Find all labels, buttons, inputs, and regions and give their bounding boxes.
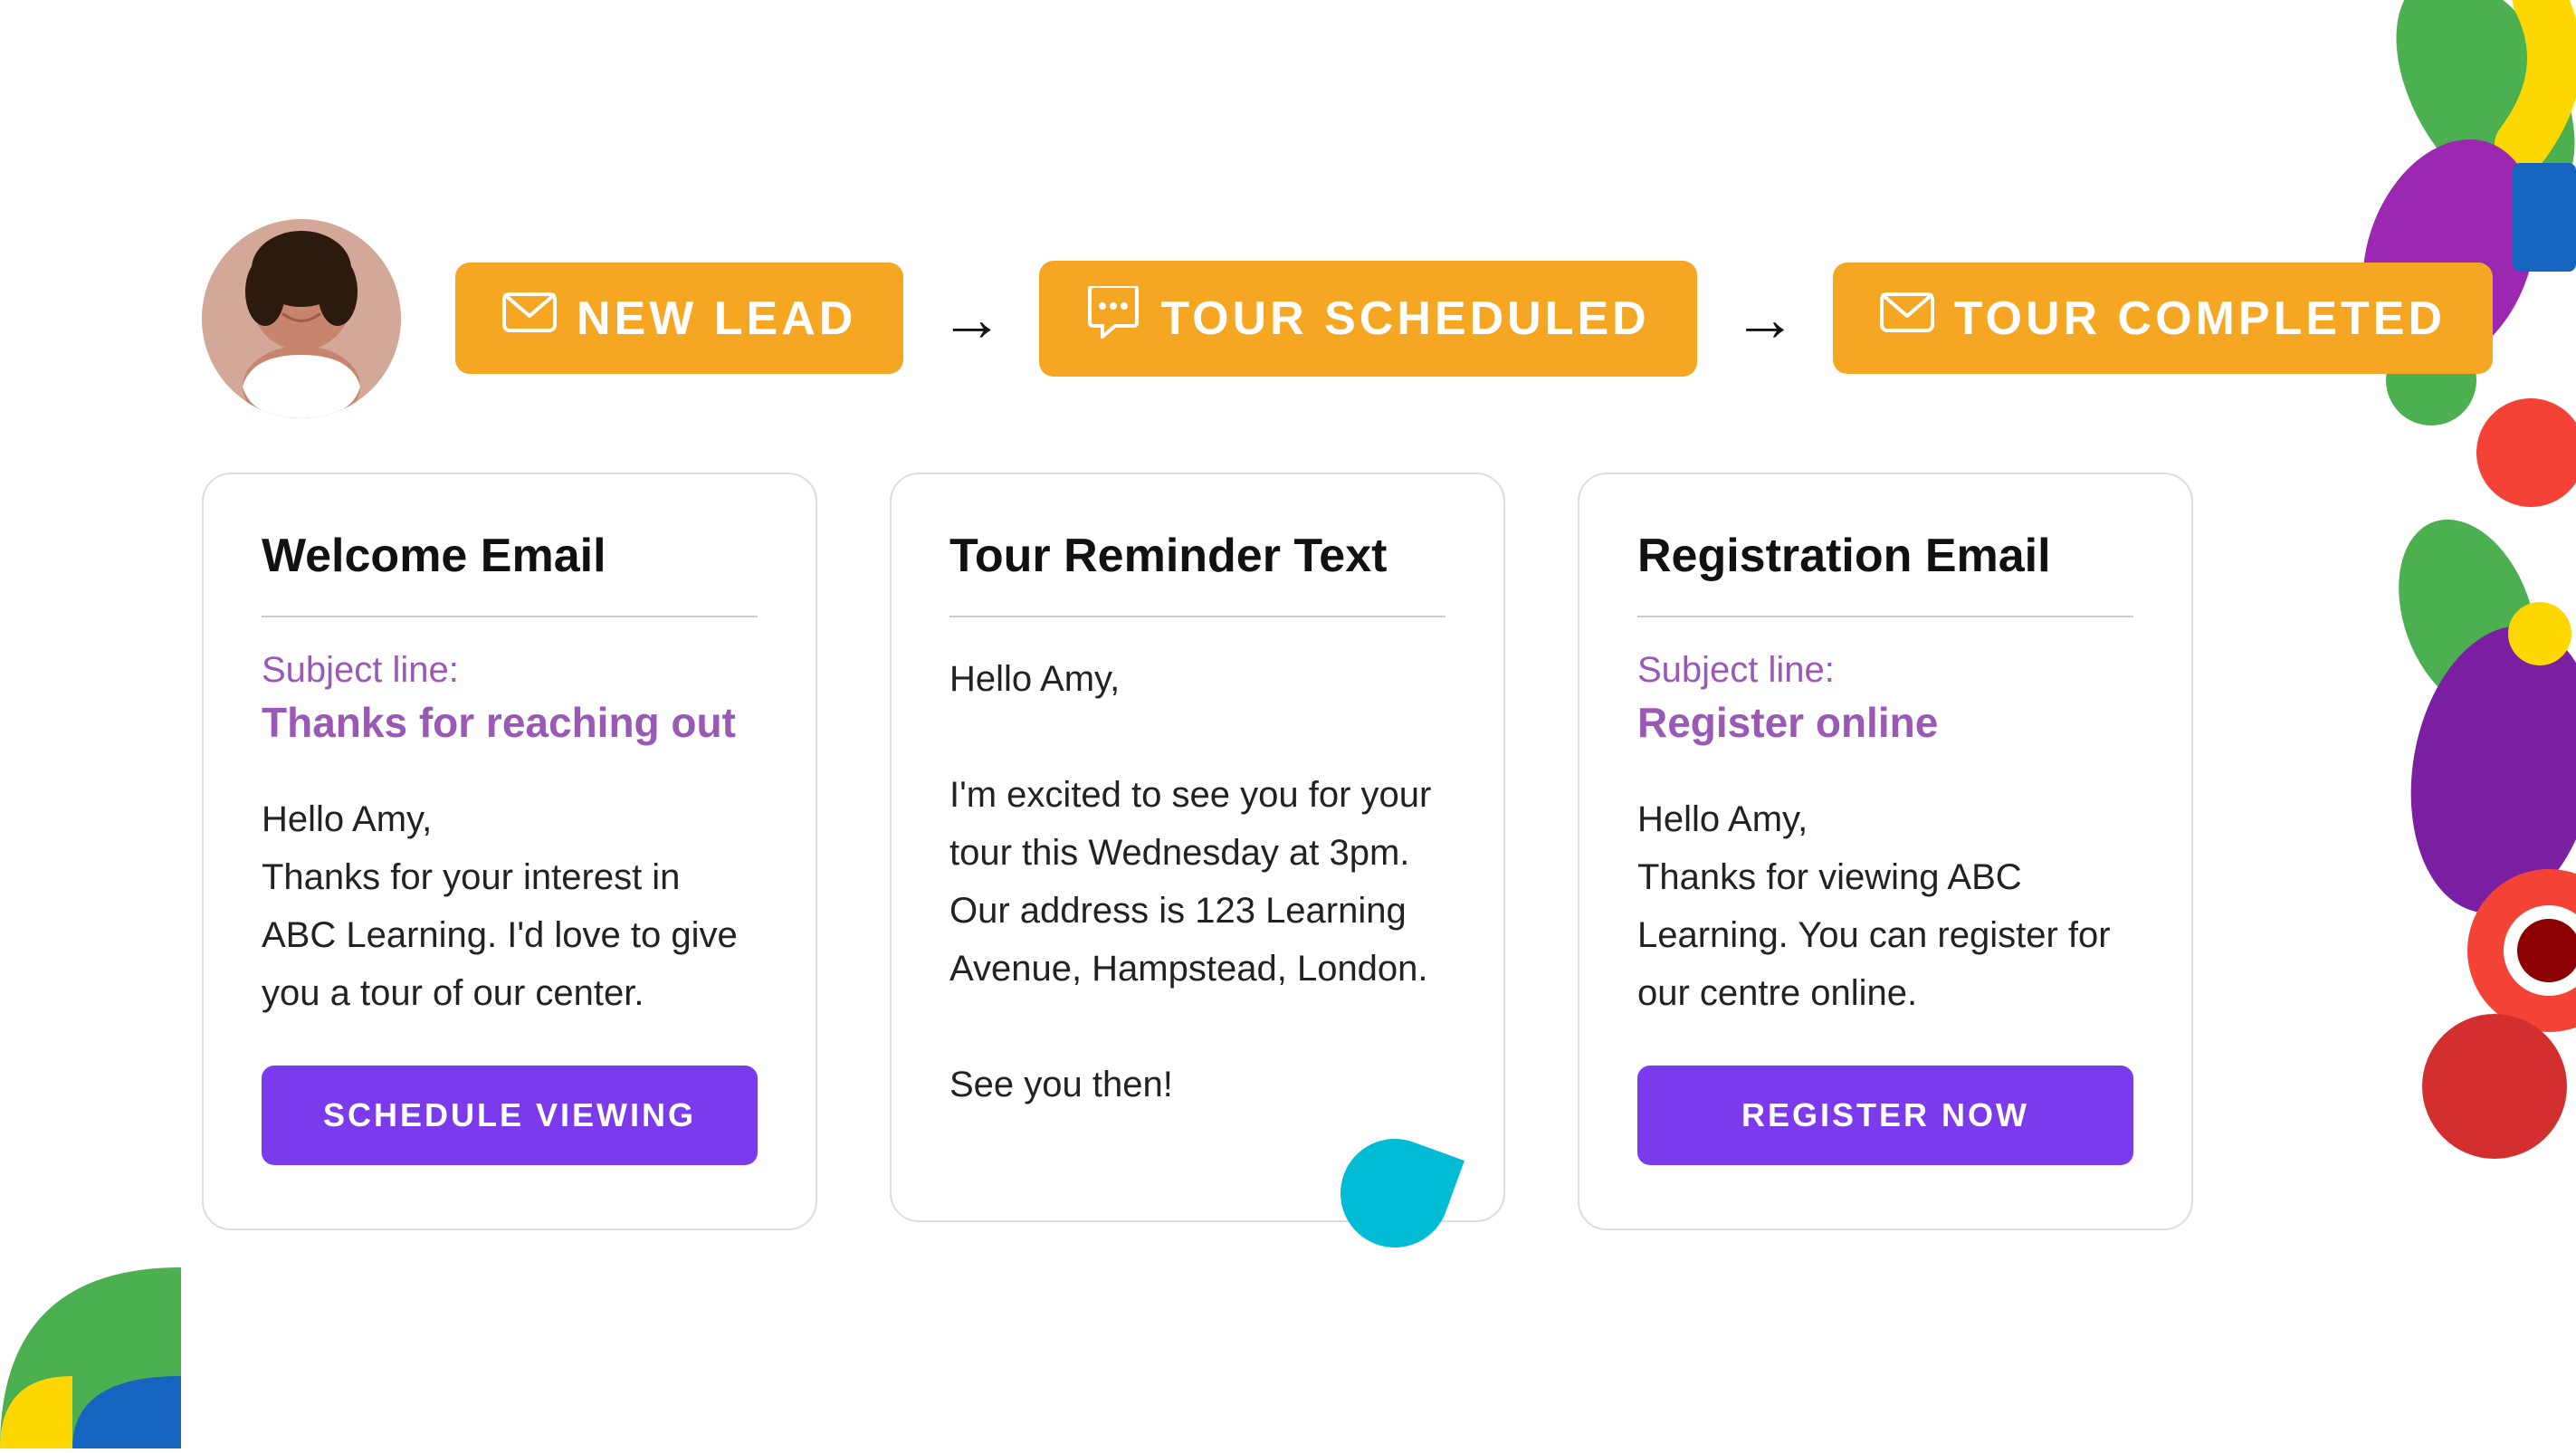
subject-label-1: Subject line: <box>262 650 758 691</box>
card-welcome-title: Welcome Email <box>262 529 758 583</box>
tour-scheduled-icon <box>1086 286 1140 351</box>
tour-completed-icon <box>1880 288 1934 349</box>
card-body-3: Hello Amy, Thanks for viewing ABC Learni… <box>1637 790 2133 1022</box>
card-tour-reminder-title: Tour Reminder Text <box>949 529 1445 583</box>
card-welcome-email: Welcome Email Subject line: Thanks for r… <box>202 473 817 1230</box>
card-registration-email: Registration Email Subject line: Registe… <box>1578 473 2193 1230</box>
subject-value-3: Register online <box>1637 698 2133 747</box>
new-lead-label: NEW LEAD <box>577 292 856 346</box>
card-divider-2 <box>949 616 1445 617</box>
stages-row: NEW LEAD → TOUR SCHEDULED → <box>455 261 2493 377</box>
card-body-2: Hello Amy, I'm excited to see you for yo… <box>949 650 1445 1114</box>
card-divider-3 <box>1637 616 2133 617</box>
card-divider-1 <box>262 616 758 617</box>
stage-tour-scheduled: TOUR SCHEDULED <box>1039 261 1696 377</box>
main-container: NEW LEAD → TOUR SCHEDULED → <box>0 0 2576 1448</box>
cards-row: Welcome Email Subject line: Thanks for r… <box>202 473 2374 1230</box>
tour-scheduled-label: TOUR SCHEDULED <box>1160 292 1649 346</box>
register-now-button[interactable]: REGISTER NOW <box>1637 1066 2133 1165</box>
cyan-decoration <box>1325 1123 1465 1263</box>
subject-value-1: Thanks for reaching out <box>262 698 758 747</box>
arrow-2: → <box>1733 282 1797 355</box>
stage-new-lead: NEW LEAD <box>455 263 903 374</box>
card-body-1: Hello Amy, Thanks for your interest in A… <box>262 790 758 1022</box>
stage-tour-completed: TOUR COMPLETED <box>1833 263 2493 374</box>
top-row: NEW LEAD → TOUR SCHEDULED → <box>202 219 2374 418</box>
card-registration-title: Registration Email <box>1637 529 2133 583</box>
arrow-1: → <box>940 282 1003 355</box>
avatar <box>202 219 401 418</box>
tour-completed-label: TOUR COMPLETED <box>1954 292 2446 346</box>
subject-label-3: Subject line: <box>1637 650 2133 691</box>
new-lead-icon <box>502 288 557 349</box>
schedule-viewing-button[interactable]: SCHEDULE VIEWING <box>262 1066 758 1165</box>
card-tour-reminder: Tour Reminder Text Hello Amy, I'm excite… <box>890 473 1505 1222</box>
